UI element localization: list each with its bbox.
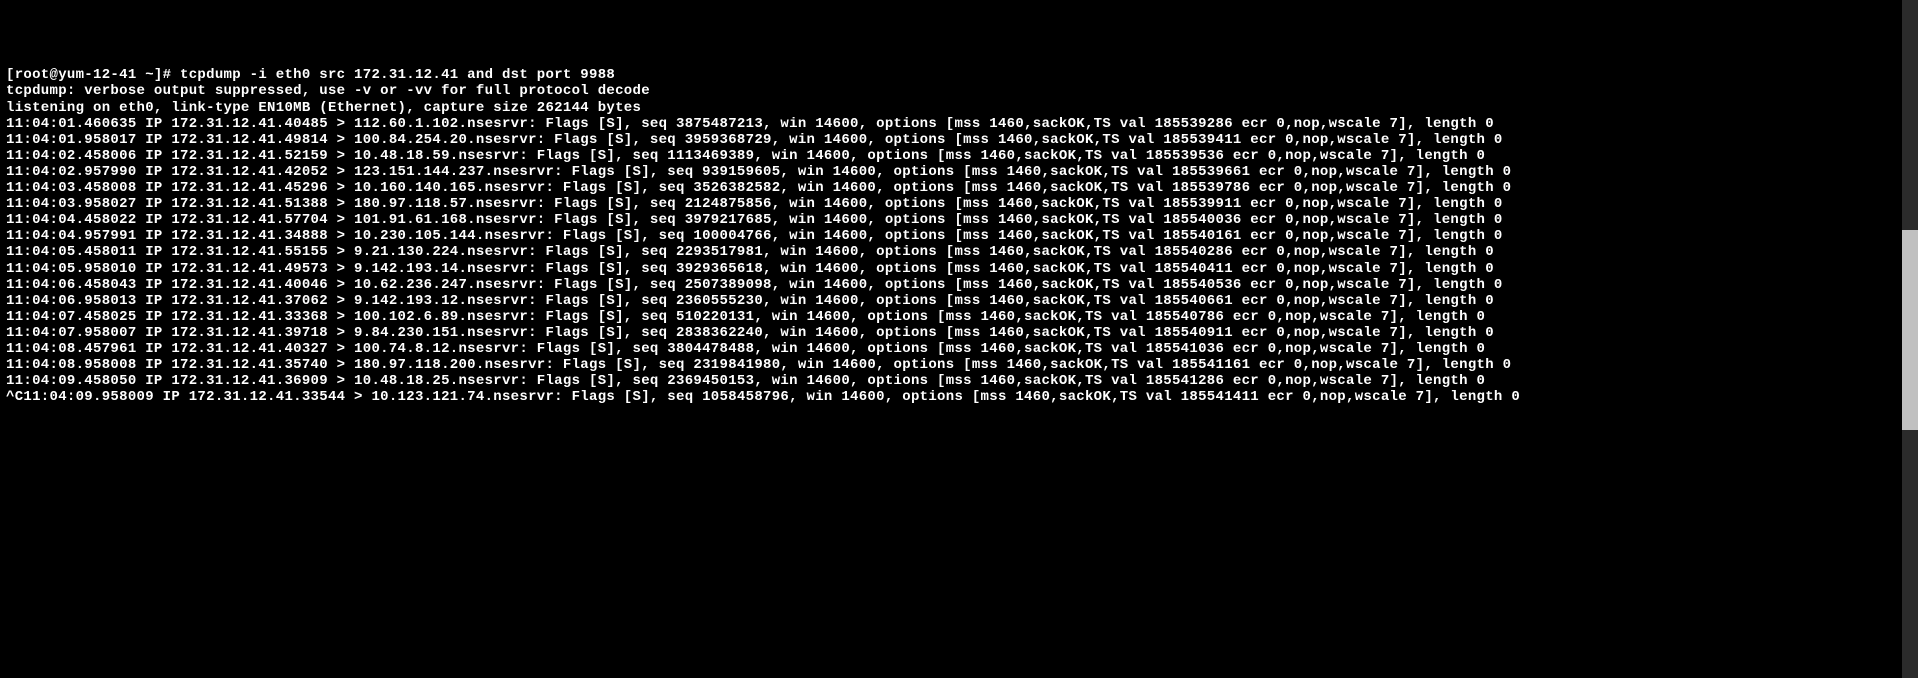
packet-line: 11:04:07.458025 IP 172.31.12.41.33368 > …	[6, 309, 1485, 325]
packet-line: 11:04:07.958007 IP 172.31.12.41.39718 > …	[6, 325, 1494, 341]
terminal-output[interactable]: [root@yum-12-41 ~]# tcpdump -i eth0 src …	[6, 67, 1912, 405]
packet-line: 11:04:03.958027 IP 172.31.12.41.51388 > …	[6, 196, 1503, 212]
packet-line: 11:04:04.458022 IP 172.31.12.41.57704 > …	[6, 212, 1503, 228]
packet-line: 11:04:03.458008 IP 172.31.12.41.45296 > …	[6, 180, 1511, 196]
packet-line: 11:04:06.958013 IP 172.31.12.41.37062 > …	[6, 293, 1494, 309]
tcpdump-header-verbose: tcpdump: verbose output suppressed, use …	[6, 83, 650, 99]
packet-line: 11:04:05.958010 IP 172.31.12.41.49573 > …	[6, 261, 1494, 277]
packet-line: 11:04:09.458050 IP 172.31.12.41.36909 > …	[6, 373, 1485, 389]
packet-line: 11:04:08.958008 IP 172.31.12.41.35740 > …	[6, 357, 1511, 373]
packet-line: 11:04:06.458043 IP 172.31.12.41.40046 > …	[6, 277, 1503, 293]
packet-line: 11:04:08.457961 IP 172.31.12.41.40327 > …	[6, 341, 1485, 357]
packet-line: 11:04:01.460635 IP 172.31.12.41.40485 > …	[6, 116, 1494, 132]
scrollbar-thumb[interactable]	[1902, 230, 1918, 430]
packet-line: 11:04:01.958017 IP 172.31.12.41.49814 > …	[6, 132, 1503, 148]
shell-prompt: [root@yum-12-41 ~]#	[6, 67, 180, 83]
packet-line: ^C11:04:09.958009 IP 172.31.12.41.33544 …	[6, 389, 1520, 405]
packet-line: 11:04:04.957991 IP 172.31.12.41.34888 > …	[6, 228, 1503, 244]
packet-line: 11:04:02.957990 IP 172.31.12.41.42052 > …	[6, 164, 1511, 180]
packet-line: 11:04:02.458006 IP 172.31.12.41.52159 > …	[6, 148, 1485, 164]
scrollbar-track[interactable]	[1902, 0, 1918, 678]
command-text: tcpdump -i eth0 src 172.31.12.41 and dst…	[180, 67, 615, 83]
packet-line: 11:04:05.458011 IP 172.31.12.41.55155 > …	[6, 244, 1494, 260]
tcpdump-header-listening: listening on eth0, link-type EN10MB (Eth…	[6, 100, 641, 116]
